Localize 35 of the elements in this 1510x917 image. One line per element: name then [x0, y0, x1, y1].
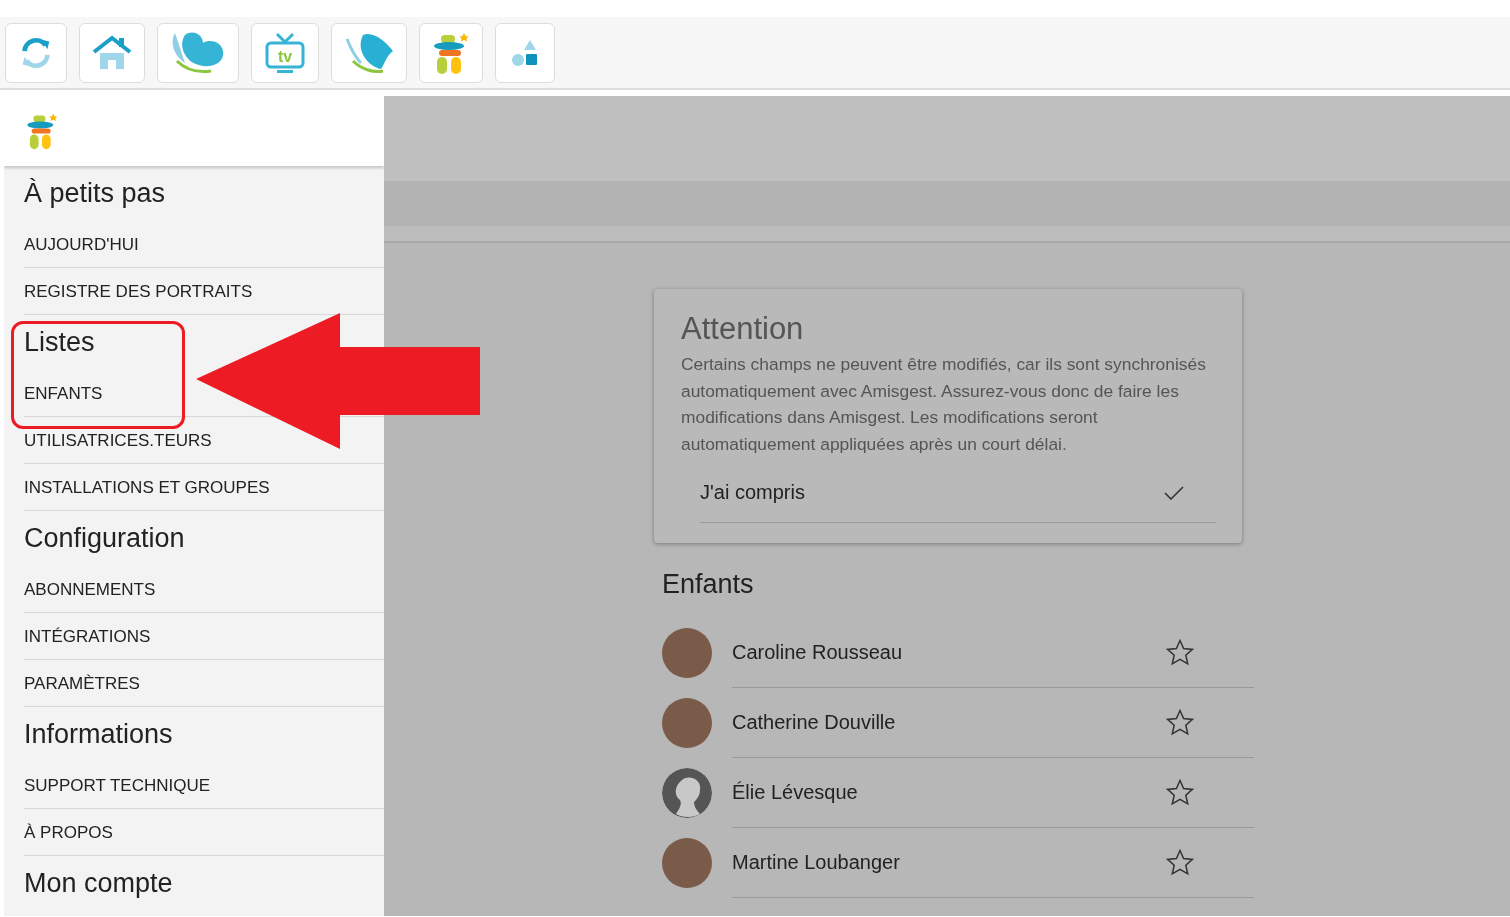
home-icon	[91, 34, 133, 71]
toolbar-button[interactable]	[331, 22, 407, 83]
toolbar-button[interactable]	[419, 22, 483, 83]
list-heading: Enfants	[662, 569, 755, 600]
toolbar-button[interactable]	[79, 22, 145, 83]
child-name[interactable]: Catherine Douville	[732, 711, 896, 734]
sidebar-item[interactable]: INTÉGRATIONS	[24, 627, 151, 645]
toolbar-button[interactable]	[495, 22, 555, 83]
toolbar-button[interactable]	[5, 22, 67, 83]
sidebar-item[interactable]: AUJOURD'HUI	[24, 235, 139, 253]
section-heading: À petits pas	[23, 177, 167, 210]
sidebar-item[interactable]: À PROPOS	[24, 823, 113, 841]
child-name[interactable]: Élie Lévesque	[732, 781, 858, 804]
section-heading: Listes	[23, 326, 96, 359]
star-icon[interactable]	[1166, 639, 1194, 666]
notice-text: Certains champs ne peuvent être modifiés, car ils sont synchronisés automatiquement avec Amisgest. Assurez-vous donc de faire les modifications dans Amisgest. Les modifications seront automatiquement appliquées après un court délai.	[681, 353, 1207, 456]
sidebar-item[interactable]: REGISTRE DES PORTRAITS	[24, 282, 253, 300]
sidebar-item[interactable]: SUPPORT TECHNIQUE	[24, 776, 211, 794]
sidebar-item[interactable]: ABONNEMENTS	[24, 580, 156, 598]
section-heading: Mon compte	[23, 867, 174, 900]
acknowledge-button[interactable]: J'ai compris	[700, 471, 1216, 523]
sidebar-item[interactable]: PARAMÈTRES	[24, 674, 140, 692]
sidebar-item[interactable]: INSTALLATIONS ET GROUPES	[24, 478, 270, 496]
sidebar-item[interactable]: ENFANTS	[24, 384, 103, 402]
section-heading: Informations	[23, 718, 174, 751]
star-icon[interactable]	[1166, 849, 1194, 876]
star-icon[interactable]	[1166, 709, 1194, 736]
child-name[interactable]: Caroline Rousseau	[732, 641, 903, 664]
checkmark-icon	[1164, 485, 1184, 500]
notice-title: Attention	[681, 311, 805, 347]
section-heading: Configuration	[23, 522, 186, 555]
star-icon[interactable]	[1166, 779, 1194, 806]
child-name[interactable]: Martine Loubanger	[732, 851, 900, 874]
toolbar-button[interactable]	[157, 22, 239, 83]
sidebar-item[interactable]: UTILISATRICES.TEURS	[24, 431, 212, 449]
